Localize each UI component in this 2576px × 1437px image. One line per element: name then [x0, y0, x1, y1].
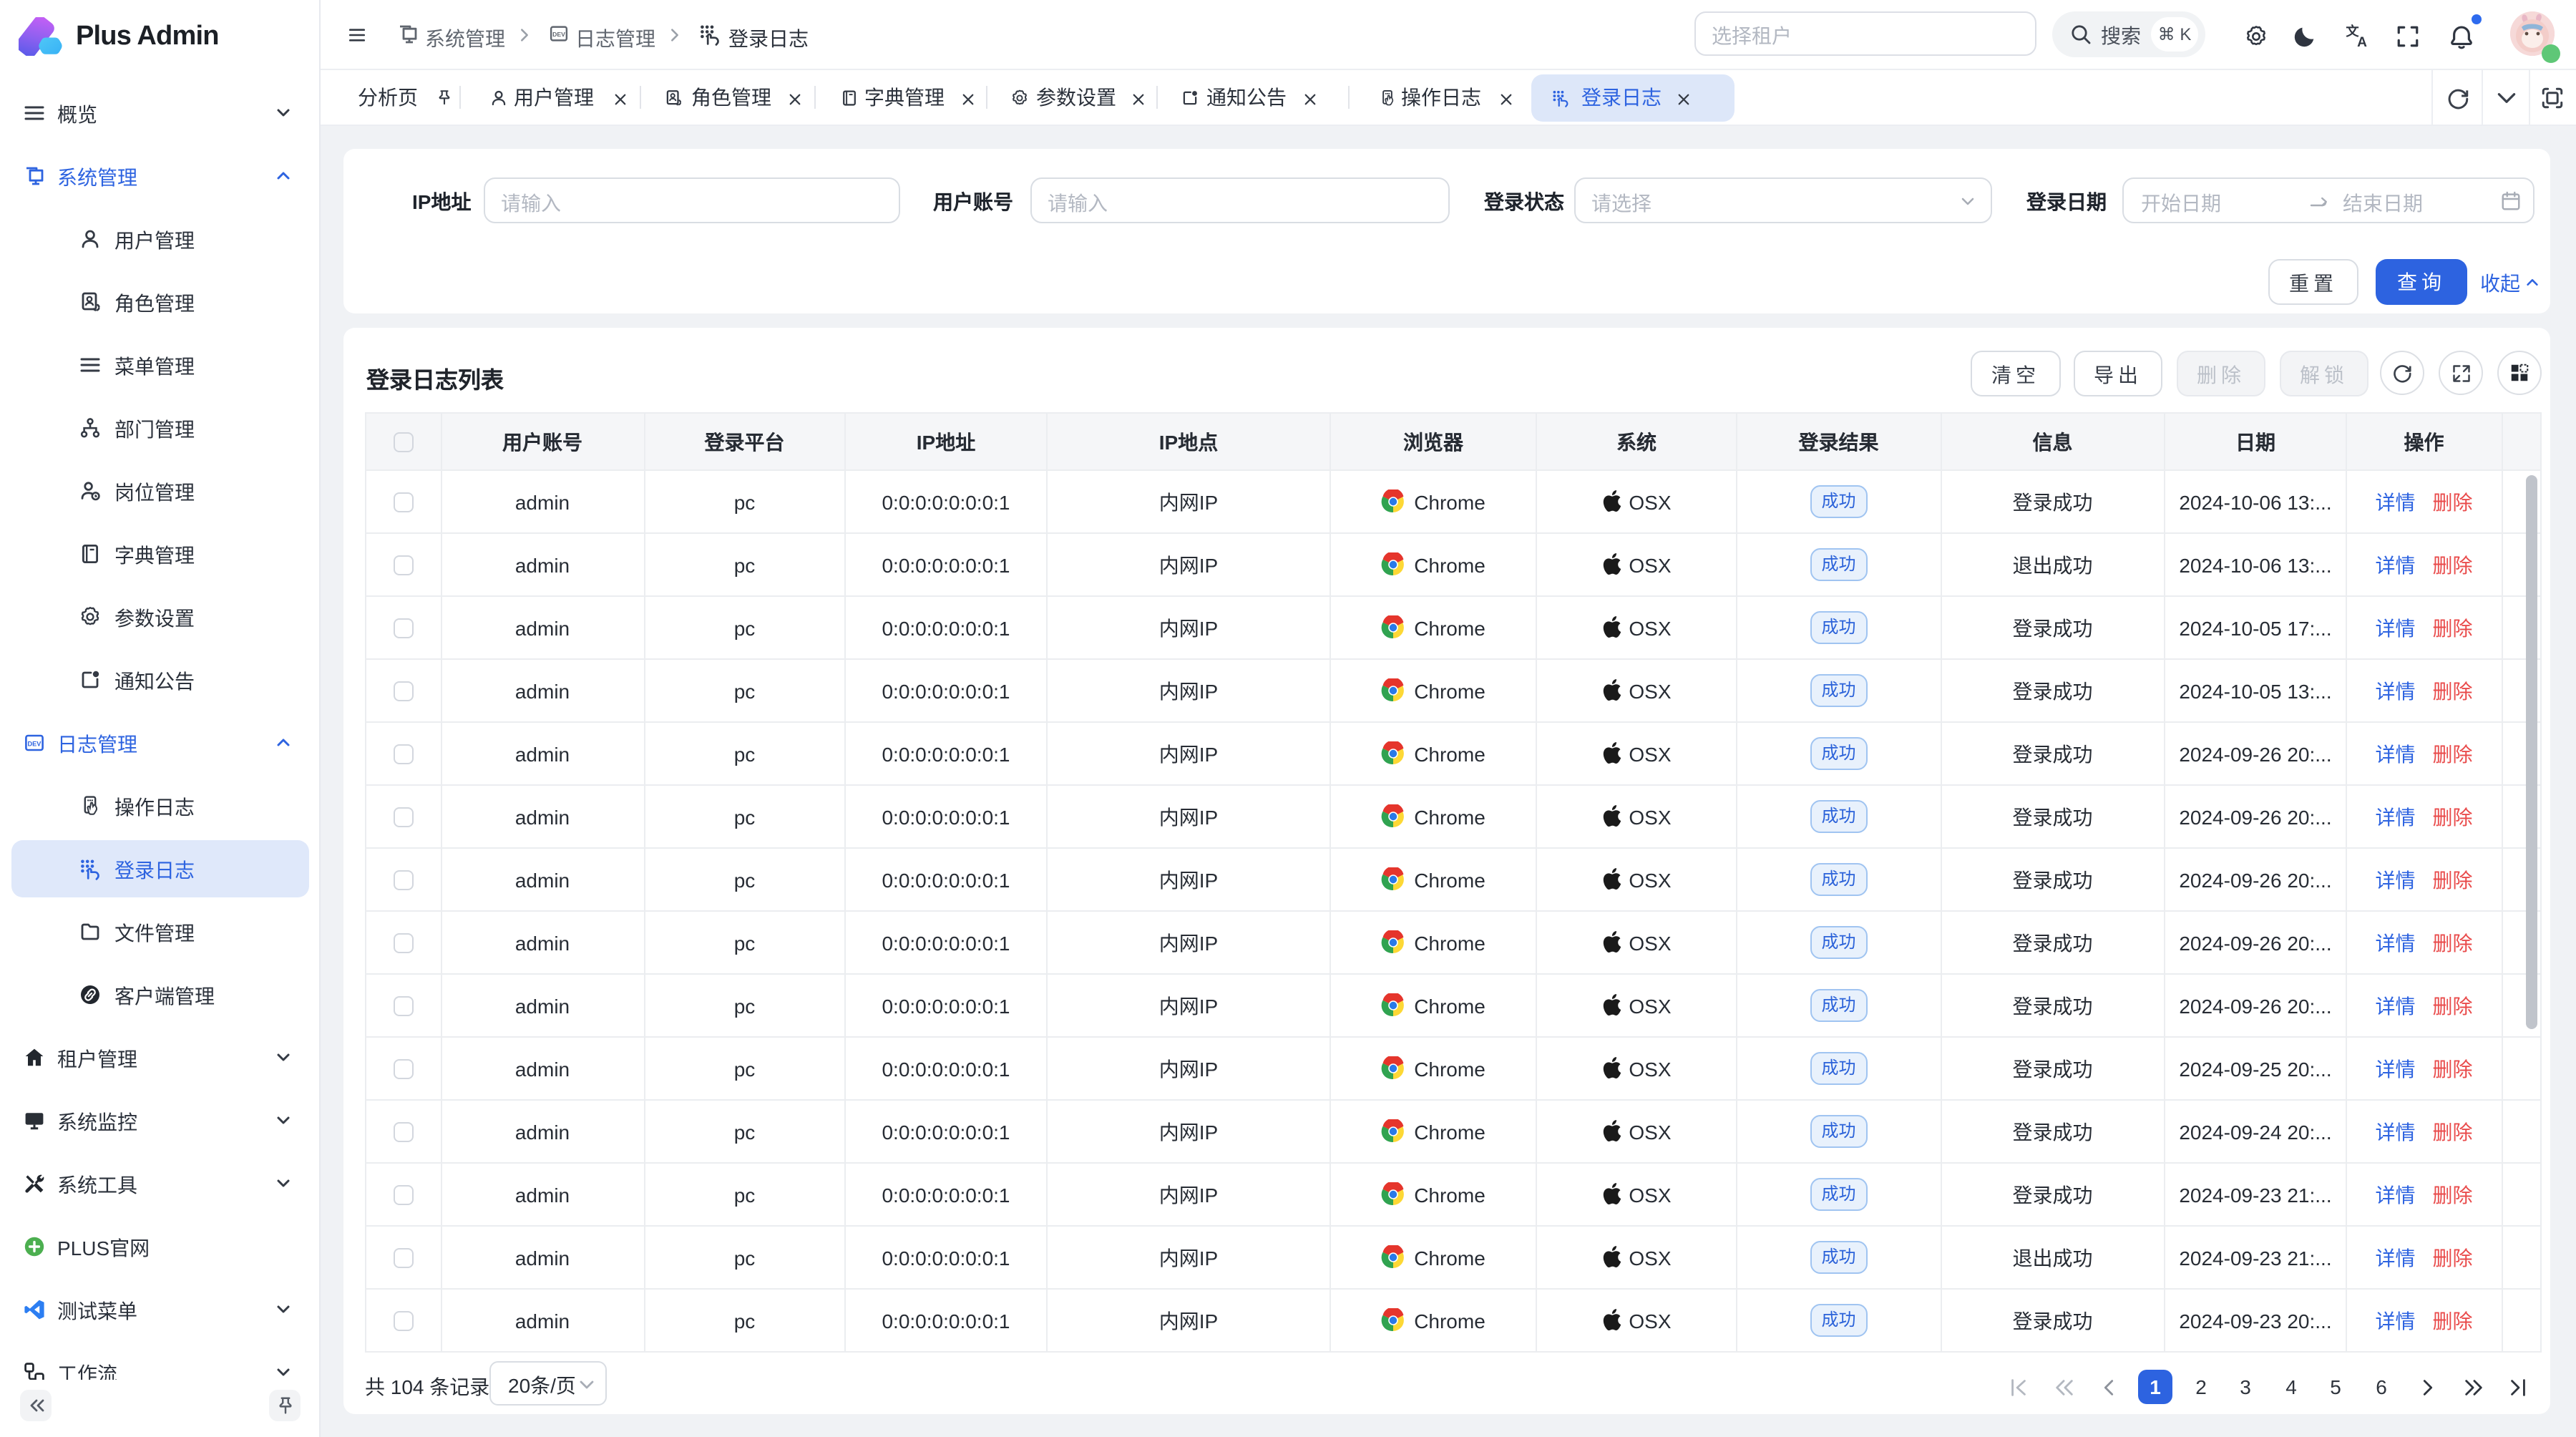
svg-text:A: A [2357, 35, 2367, 49]
